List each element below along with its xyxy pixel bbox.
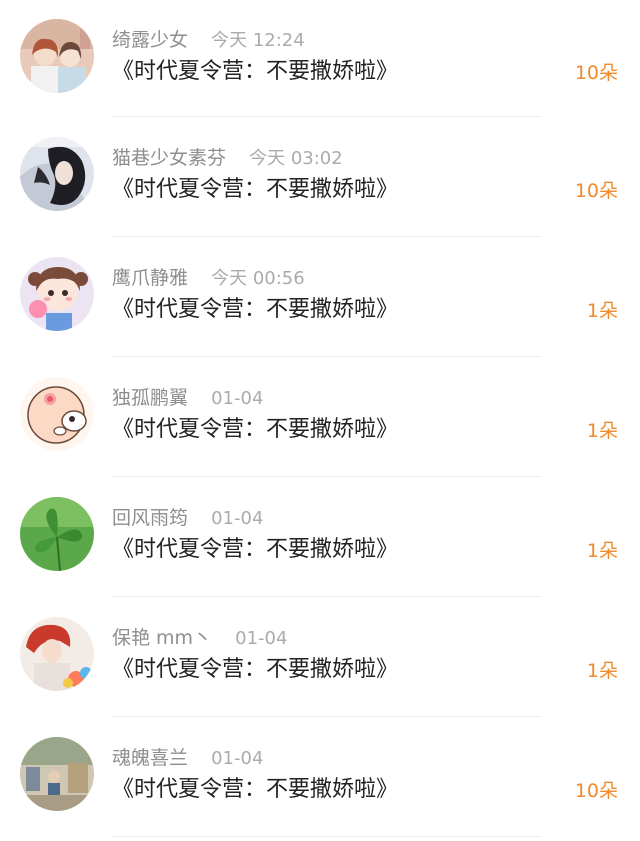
flower-count: 1朵: [586, 300, 618, 322]
list-item[interactable]: 独孤鹏翼 01-04 《时代夏令营：不要撒娇啦》 1朵: [0, 357, 640, 477]
gift-record-list: 绮露少女 今天 12:24 《时代夏令营：不要撒娇啦》 10朵 猫巷少女素芬 今…: [0, 0, 640, 837]
avatar-clover-leaf-icon[interactable]: [20, 497, 94, 571]
timestamp: 01-04: [211, 508, 264, 529]
list-item[interactable]: 绮露少女 今天 12:24 《时代夏令营：不要撒娇啦》 10朵: [0, 0, 640, 117]
flower-count: 10朵: [574, 180, 618, 202]
timestamp: 01-04: [235, 628, 288, 649]
list-item[interactable]: 回风雨筠 01-04 《时代夏令营：不要撒娇啦》 1朵: [0, 477, 640, 597]
timestamp: 01-04: [211, 748, 264, 769]
record-meta: 绮露少女 今天 12:24: [112, 27, 305, 53]
timestamp: 今天 03:02: [249, 148, 343, 169]
user-name[interactable]: 猫巷少女素芬: [112, 145, 226, 171]
record-meta: 猫巷少女素芬 今天 03:02: [112, 145, 343, 171]
user-name[interactable]: 魂魄喜兰: [112, 745, 188, 771]
timestamp: 今天 12:24: [211, 30, 305, 51]
avatar-street-photo-icon[interactable]: [20, 737, 94, 811]
record-meta: 保艳 mm丶 01-04: [112, 625, 287, 651]
work-title[interactable]: 《时代夏令营：不要撒娇啦》: [112, 57, 398, 87]
flower-count: 10朵: [574, 62, 618, 84]
flower-count: 1朵: [586, 660, 618, 682]
list-item[interactable]: 鹰爪静雅 今天 00:56 《时代夏令营：不要撒娇啦》 1朵: [0, 237, 640, 357]
list-item[interactable]: 猫巷少女素芬 今天 03:02 《时代夏令营：不要撒娇啦》 10朵: [0, 117, 640, 237]
divider: [112, 836, 542, 837]
work-title[interactable]: 《时代夏令营：不要撒娇啦》: [112, 295, 398, 325]
work-title[interactable]: 《时代夏令营：不要撒娇啦》: [112, 775, 398, 805]
work-title[interactable]: 《时代夏令营：不要撒娇啦》: [112, 655, 398, 685]
record-meta: 独孤鹏翼 01-04: [112, 385, 263, 411]
avatar-cartoon-pig-icon[interactable]: [20, 377, 94, 451]
list-item[interactable]: 保艳 mm丶 01-04 《时代夏令营：不要撒娇啦》 1朵: [0, 597, 640, 717]
work-title[interactable]: 《时代夏令营：不要撒娇啦》: [112, 415, 398, 445]
user-name[interactable]: 绮露少女: [112, 27, 188, 53]
flower-count: 1朵: [586, 540, 618, 562]
avatar-girl-long-hair-icon[interactable]: [20, 137, 94, 211]
timestamp: 今天 00:56: [211, 268, 305, 289]
avatar-two-girls-photo-icon[interactable]: [20, 19, 94, 93]
avatar-red-hair-girl-icon[interactable]: [20, 617, 94, 691]
list-item[interactable]: 魂魄喜兰 01-04 《时代夏令营：不要撒娇啦》 10朵: [0, 717, 640, 837]
avatar-anime-girl-balloon-icon[interactable]: [20, 257, 94, 331]
work-title[interactable]: 《时代夏令营：不要撒娇啦》: [112, 175, 398, 205]
work-title[interactable]: 《时代夏令营：不要撒娇啦》: [112, 535, 398, 565]
user-name[interactable]: 保艳 mm丶: [112, 625, 212, 651]
record-meta: 魂魄喜兰 01-04: [112, 745, 263, 771]
user-name[interactable]: 独孤鹏翼: [112, 385, 188, 411]
record-meta: 回风雨筠 01-04: [112, 505, 263, 531]
flower-count: 1朵: [586, 420, 618, 442]
user-name[interactable]: 鹰爪静雅: [112, 265, 188, 291]
timestamp: 01-04: [211, 388, 264, 409]
user-name[interactable]: 回风雨筠: [112, 505, 188, 531]
flower-count: 10朵: [574, 780, 618, 802]
record-meta: 鹰爪静雅 今天 00:56: [112, 265, 305, 291]
